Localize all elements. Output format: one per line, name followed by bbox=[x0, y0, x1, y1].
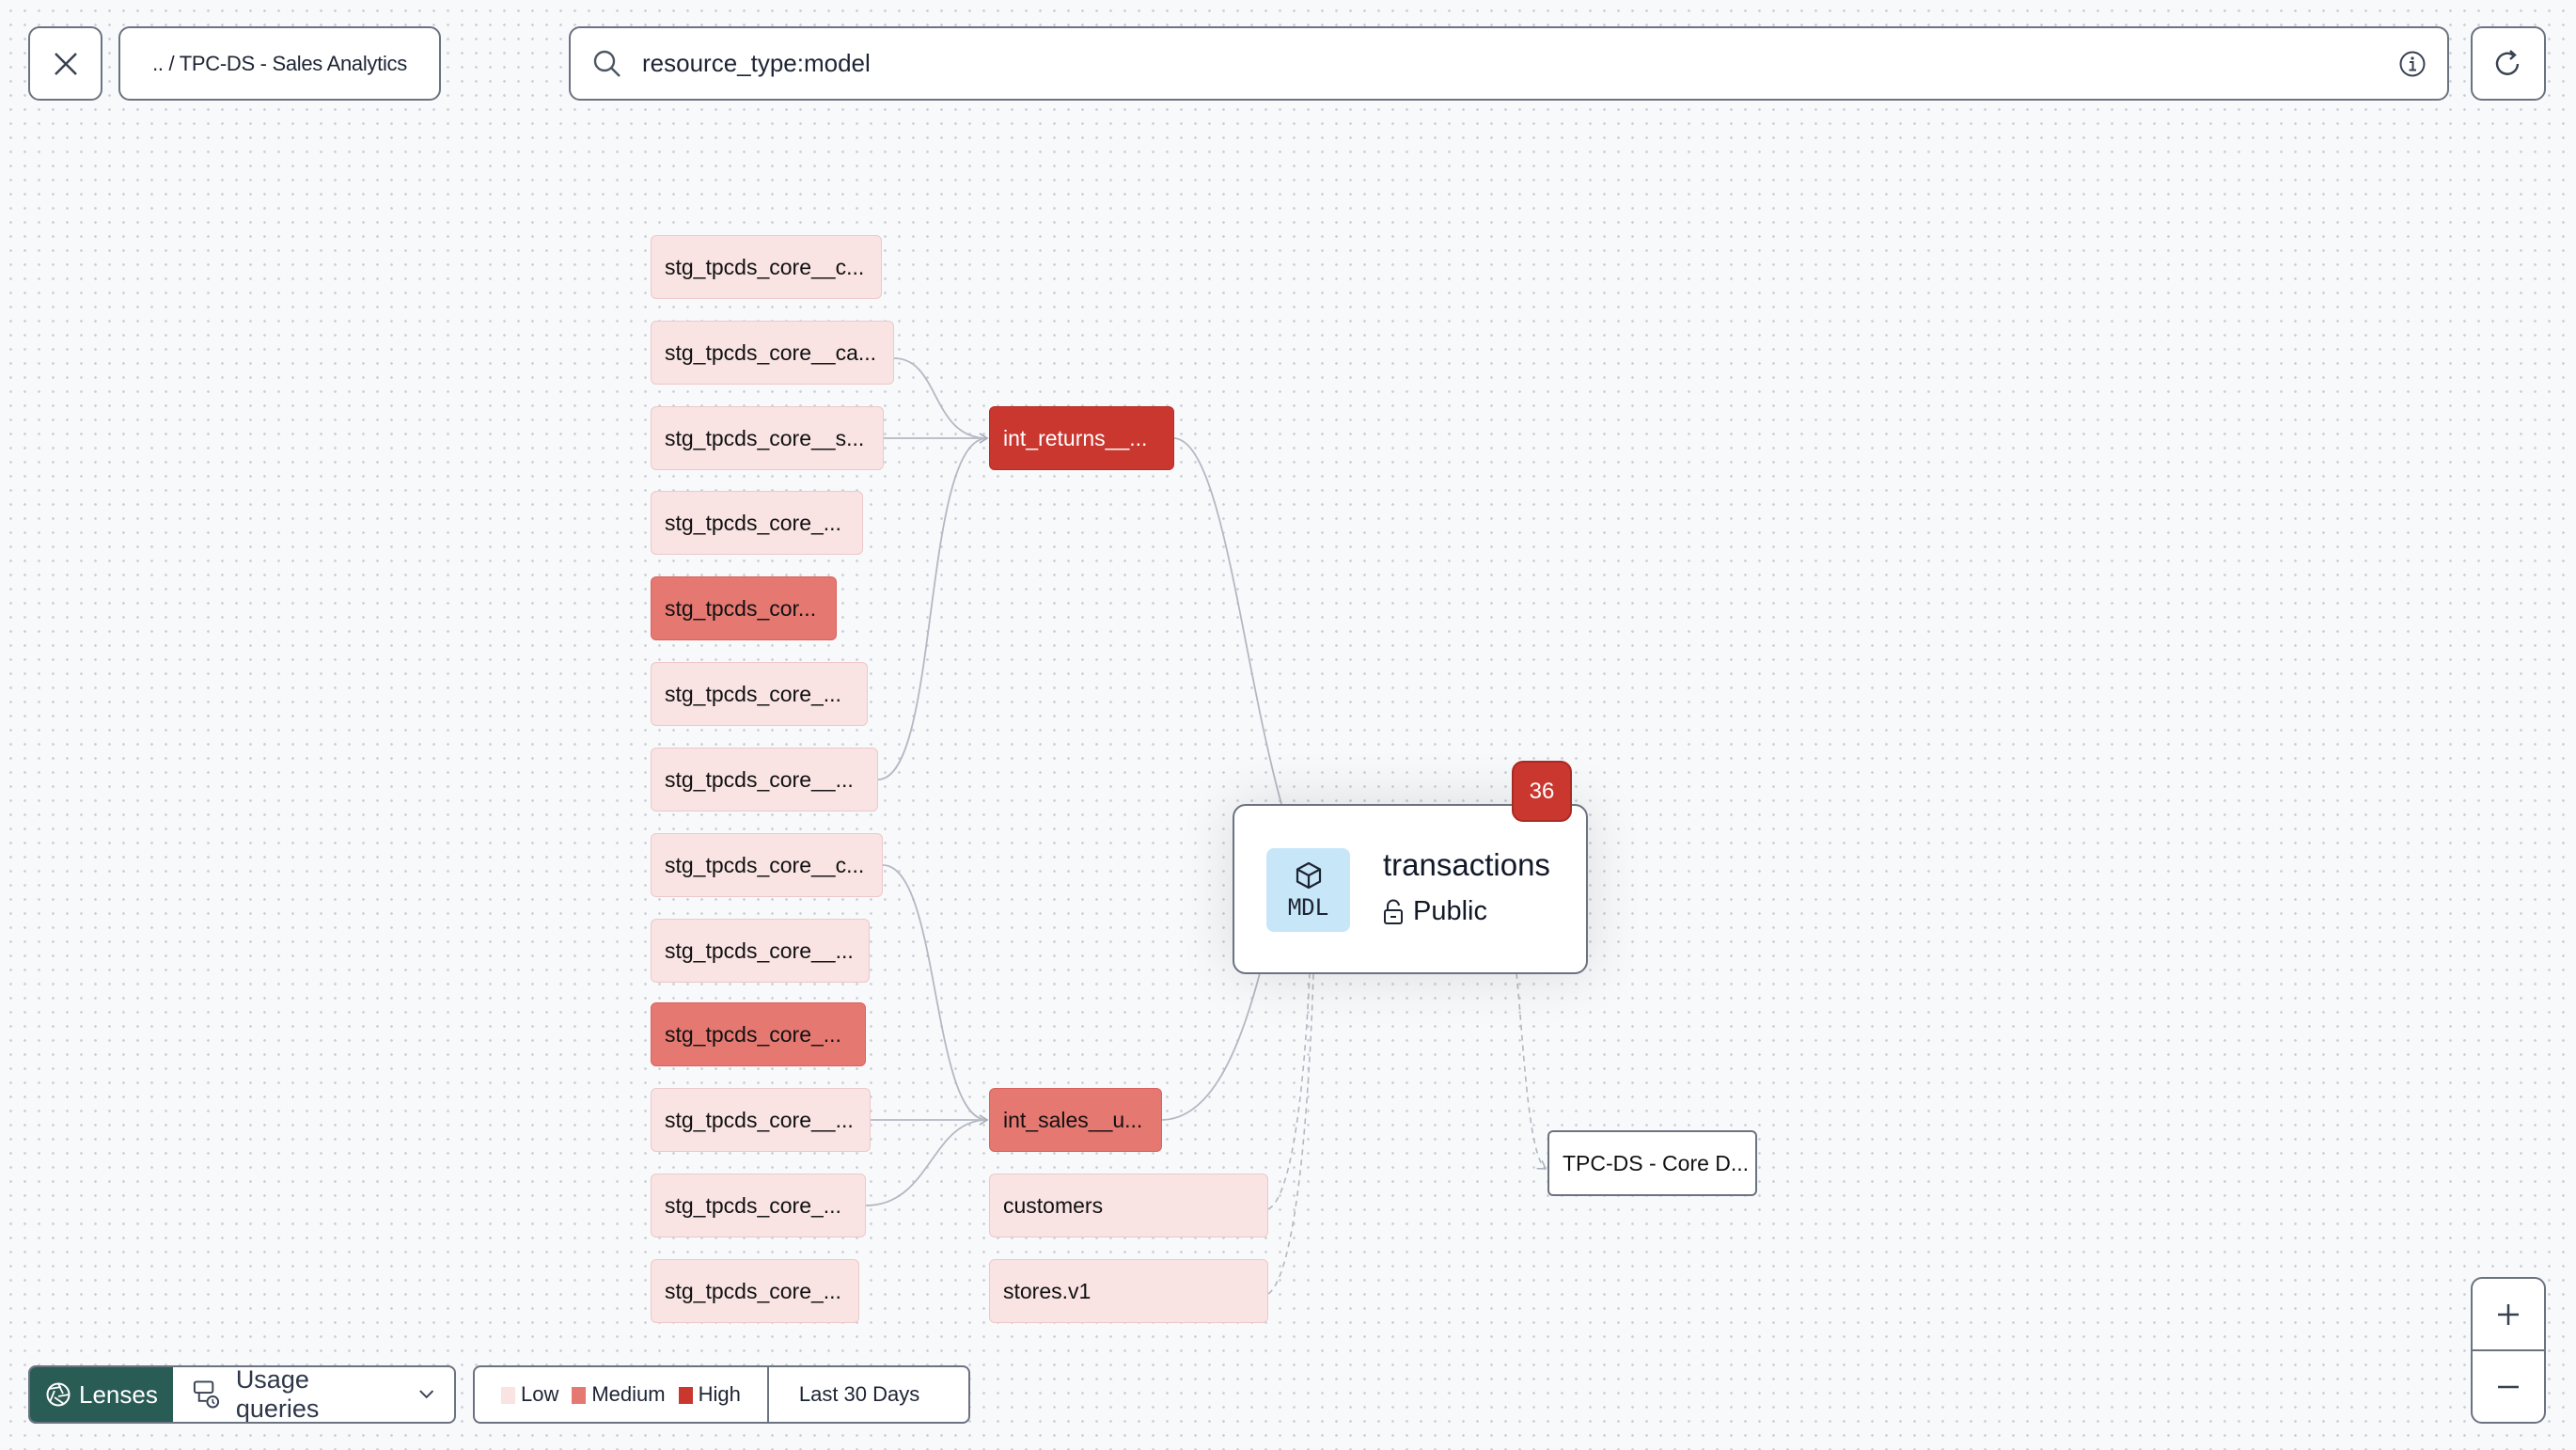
central-node-transactions[interactable]: MDL transactions Public bbox=[1233, 804, 1588, 974]
node-label: stg_tpcds_core__c... bbox=[665, 852, 865, 877]
graph-node-staging[interactable]: stg_tpcds_core_... bbox=[651, 1174, 866, 1237]
edge bbox=[865, 1114, 989, 1206]
legend-swatch-low bbox=[501, 1387, 515, 1405]
node-label: int_returns__... bbox=[1003, 425, 1148, 450]
legend-label: Low bbox=[521, 1382, 559, 1406]
lenses-button[interactable]: Lenses bbox=[30, 1367, 173, 1422]
legend-label: High bbox=[698, 1382, 741, 1406]
lens-selector: Lenses Usage queries bbox=[28, 1365, 456, 1424]
node-label: customers bbox=[1003, 1192, 1104, 1218]
node-label: stg_tpcds_core_... bbox=[665, 1021, 841, 1047]
graph-node-staging[interactable]: stg_tpcds_core_... bbox=[651, 662, 868, 726]
graph-node-stores[interactable]: stores.v1 bbox=[989, 1259, 1268, 1323]
unlock-icon bbox=[1384, 899, 1403, 924]
edge bbox=[1267, 972, 1311, 1210]
period-label: Last 30 Days bbox=[798, 1382, 920, 1406]
node-label: stg_tpcds_core_... bbox=[665, 1192, 841, 1218]
usage-count: 36 bbox=[1529, 778, 1555, 804]
legend-item-high: High bbox=[678, 1382, 741, 1407]
graph-node-staging[interactable]: stg_tpcds_core__c... bbox=[651, 235, 882, 299]
graph-node-customers[interactable]: customers bbox=[989, 1174, 1268, 1237]
chevron-down-icon bbox=[418, 1390, 433, 1399]
node-label: stg_tpcds_core__... bbox=[665, 938, 854, 963]
edge bbox=[877, 433, 989, 780]
zoom-controls bbox=[2471, 1277, 2546, 1424]
graph-node-staging[interactable]: stg_tpcds_core__... bbox=[651, 1088, 871, 1152]
usage-legend: Low Medium High Last 30 Days bbox=[473, 1365, 970, 1424]
edge bbox=[1516, 972, 1547, 1170]
graph-node-int-sales[interactable]: int_sales__u... bbox=[989, 1088, 1162, 1152]
zoom-in-button[interactable] bbox=[2473, 1279, 2544, 1349]
node-label: stores.v1 bbox=[1003, 1278, 1092, 1303]
node-label: stg_tpcds_cor... bbox=[665, 595, 817, 621]
graph-node-downstream[interactable]: TPC-DS - Core D... bbox=[1547, 1130, 1757, 1196]
node-label: stg_tpcds_core__... bbox=[665, 766, 854, 792]
graph-node-staging[interactable]: stg_tpcds_core_... bbox=[651, 1259, 859, 1323]
node-title: transactions bbox=[1383, 847, 1550, 882]
node-label: TPC-DS - Core D... bbox=[1563, 1150, 1750, 1175]
node-label: stg_tpcds_core_... bbox=[665, 510, 841, 535]
edge bbox=[893, 357, 989, 444]
graph-node-staging[interactable]: stg_tpcds_core__c... bbox=[651, 833, 883, 897]
plus-icon bbox=[2498, 1303, 2519, 1325]
aperture-icon bbox=[46, 1382, 71, 1407]
access-label: Public bbox=[1413, 896, 1487, 926]
legend-swatch-medium bbox=[572, 1387, 587, 1405]
graph-node-staging[interactable]: stg_tpcds_core__... bbox=[651, 748, 878, 812]
graph-node-staging[interactable]: stg_tpcds_core__s... bbox=[651, 406, 884, 470]
usage-query-icon bbox=[193, 1380, 219, 1409]
edge bbox=[1160, 972, 1261, 1121]
graph-node-staging[interactable]: stg_tpcds_core__... bbox=[651, 919, 870, 983]
node-label: stg_tpcds_core__ca... bbox=[665, 339, 877, 365]
node-label: int_sales__u... bbox=[1003, 1107, 1143, 1132]
model-type-label: MDL bbox=[1287, 893, 1329, 921]
edge bbox=[1267, 972, 1314, 1295]
graph-node-staging[interactable]: stg_tpcds_cor... bbox=[651, 576, 837, 640]
legend-item-medium: Medium bbox=[572, 1382, 666, 1407]
graph-node-int-returns[interactable]: int_returns__... bbox=[989, 406, 1174, 470]
node-label: stg_tpcds_core_... bbox=[665, 681, 841, 706]
lineage-edges bbox=[865, 357, 1547, 1295]
legend-item-low: Low bbox=[501, 1382, 558, 1407]
cube-icon bbox=[1296, 861, 1321, 889]
node-label: stg_tpcds_core__s... bbox=[665, 425, 865, 450]
graph-node-staging[interactable]: stg_tpcds_core_... bbox=[651, 491, 863, 555]
node-label: stg_tpcds_core__... bbox=[665, 1107, 854, 1132]
lens-dropdown[interactable]: Usage queries bbox=[173, 1367, 454, 1422]
legend-items: Low Medium High bbox=[475, 1367, 769, 1422]
period-selector[interactable]: Last 30 Days bbox=[769, 1367, 950, 1422]
usage-count-badge: 36 bbox=[1512, 761, 1572, 822]
node-label: stg_tpcds_core__c... bbox=[665, 254, 865, 279]
edge bbox=[882, 864, 989, 1126]
legend-label: Medium bbox=[591, 1382, 666, 1406]
node-label: stg_tpcds_core_... bbox=[665, 1278, 841, 1303]
edge bbox=[1172, 437, 1282, 805]
graph-node-staging[interactable]: stg_tpcds_core__ca... bbox=[651, 321, 894, 385]
zoom-out-button[interactable] bbox=[2473, 1349, 2544, 1422]
legend-swatch-high bbox=[678, 1387, 693, 1405]
lens-dropdown-value: Usage queries bbox=[235, 1365, 320, 1423]
graph-node-staging[interactable]: stg_tpcds_core_... bbox=[651, 1002, 866, 1066]
access-level: Public bbox=[1383, 896, 1487, 927]
lenses-label: Lenses bbox=[79, 1379, 158, 1409]
model-type-badge: MDL bbox=[1266, 848, 1350, 932]
minus-icon bbox=[2498, 1385, 2519, 1388]
